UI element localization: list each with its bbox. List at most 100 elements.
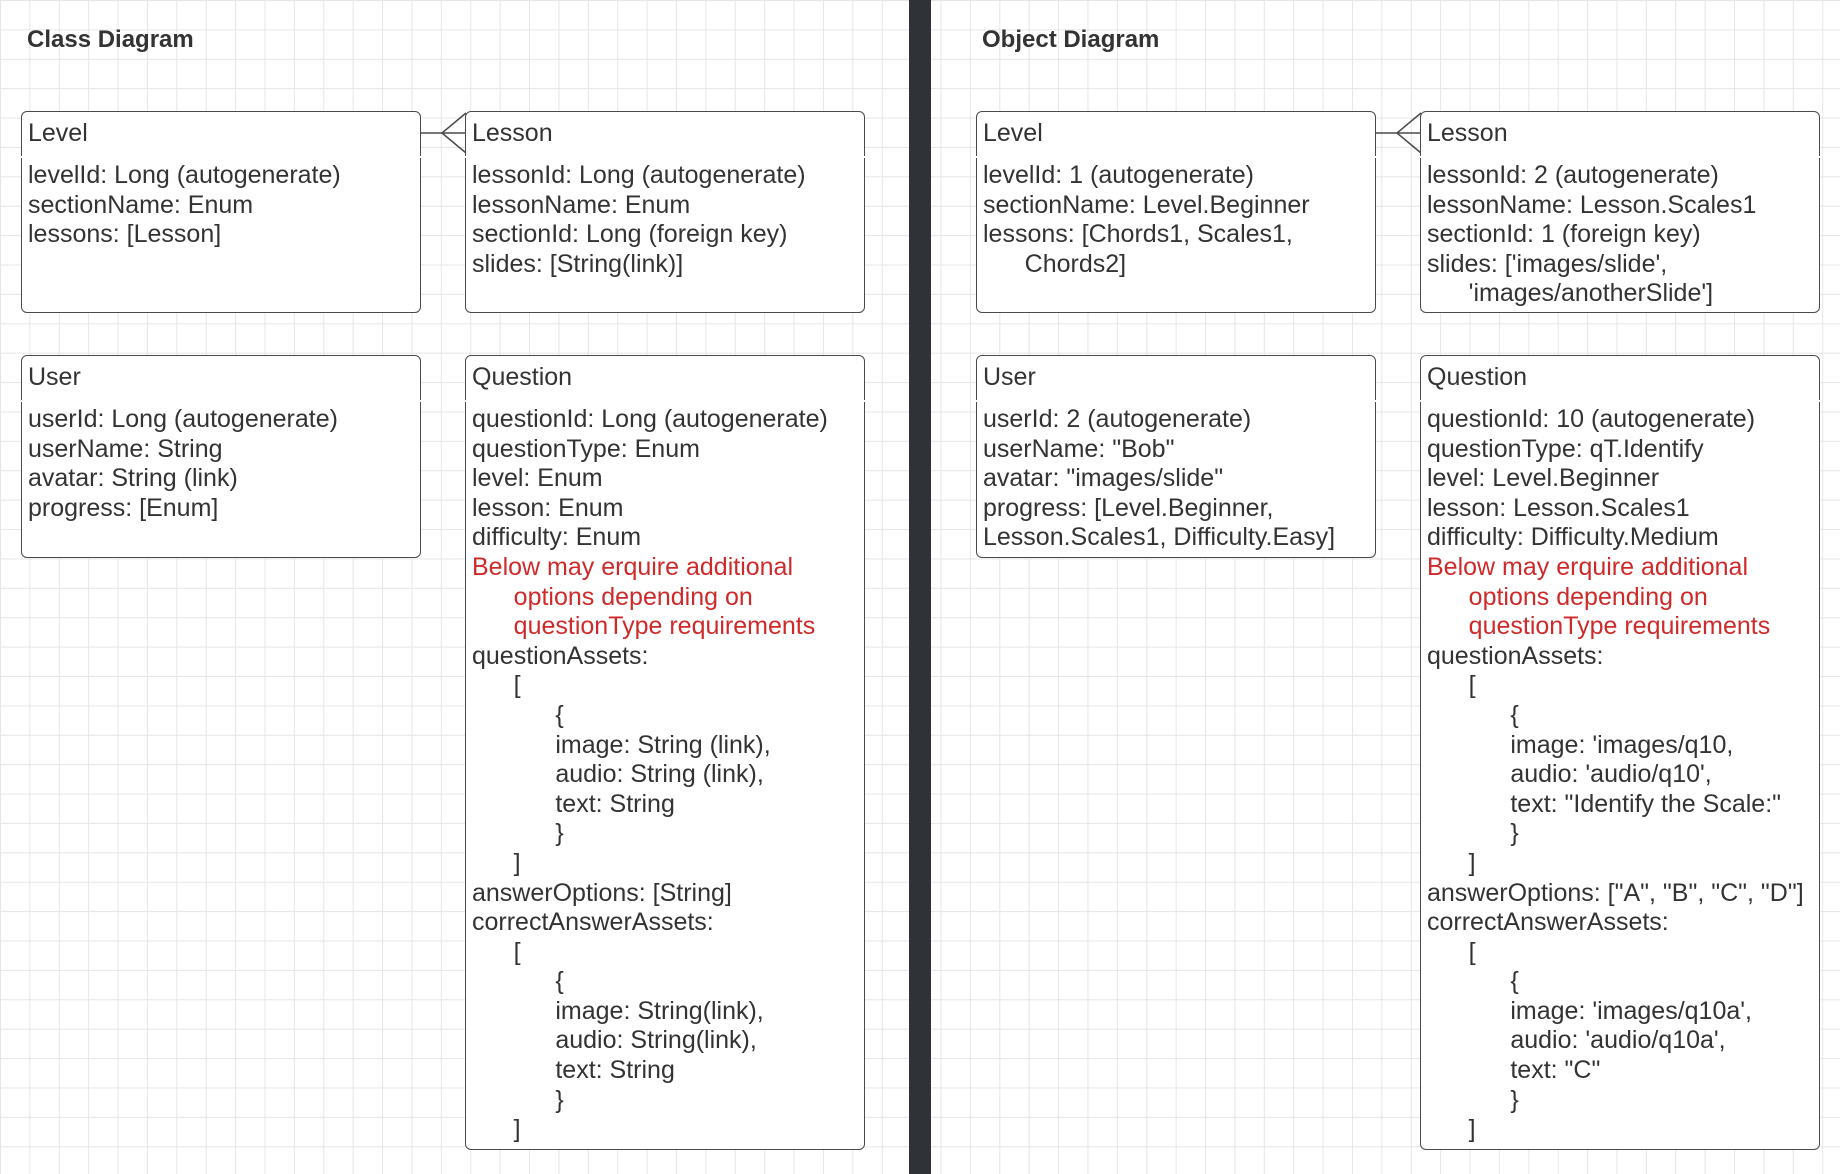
class-user-box[interactable]: User userId: Long (autogenerate) userNam… — [21, 355, 421, 558]
attribute: level: Enum — [472, 464, 603, 493]
attribute: { — [1427, 700, 1519, 729]
object-lesson-attributes: lessonId: 2 (autogenerate) lessonName: L… — [1421, 157, 1819, 309]
attribute: questionId: 10 (autogenerate) — [1427, 405, 1756, 433]
class-level-header: Level — [22, 112, 420, 157]
attribute: } — [472, 819, 564, 848]
attribute: } — [1427, 819, 1519, 848]
attribute: lessonId: Long (autogenerate) — [472, 161, 806, 189]
attribute: levelId: 1 (autogenerate) — [983, 161, 1255, 189]
object-level-lesson-connector — [1375, 112, 1422, 154]
attribute: audio: String (link), — [472, 760, 764, 789]
attribute: ] — [472, 1115, 521, 1144]
attribute: } — [472, 1085, 564, 1114]
attribute: lessons: [Chords1, Scales1, — [983, 220, 1293, 249]
diagram-divider — [909, 0, 931, 1174]
attribute: image: String (link), — [472, 730, 771, 759]
object-question-attributes: questionId: 10 (autogenerate) questionTy… — [1421, 401, 1819, 1145]
attribute: image: 'images/q10a', — [1427, 996, 1752, 1025]
attribute: [ — [1427, 937, 1476, 966]
attribute: { — [472, 967, 564, 996]
attribute: sectionId: 1 (foreign key) — [1427, 220, 1701, 249]
warning-note: Below may erquire additional — [472, 552, 794, 581]
class-level-box[interactable]: Level levelId: Long (autogenerate) secti… — [21, 111, 421, 313]
object-level-box[interactable]: Level levelId: 1 (autogenerate) sectionN… — [976, 111, 1376, 313]
object-diagram-title: Object Diagram — [982, 26, 1160, 53]
object-user-attributes: userId: 2 (autogenerate) userName: "Bob"… — [977, 401, 1375, 553]
attribute: userId: Long (autogenerate) — [28, 405, 338, 433]
attribute: { — [472, 700, 564, 729]
attribute: } — [1427, 1085, 1519, 1114]
attribute: text: String — [472, 789, 675, 818]
attribute: Chords2] — [983, 249, 1127, 278]
warning-note: Below may erquire additional — [1427, 552, 1749, 581]
warning-note: options depending on — [472, 582, 753, 611]
attribute: difficulty: Difficulty.Medium — [1427, 523, 1719, 552]
attribute: lessons: [Lesson] — [28, 220, 222, 249]
attribute: text: String — [472, 1056, 675, 1085]
object-lesson-header: Lesson — [1421, 112, 1819, 157]
attribute: [ — [1427, 671, 1476, 700]
attribute: text: "C" — [1427, 1056, 1601, 1085]
attribute: lessonName: Lesson.Scales1 — [1427, 190, 1757, 219]
object-level-attributes: levelId: 1 (autogenerate) sectionName: L… — [977, 157, 1375, 279]
class-user-attributes: userId: Long (autogenerate) userName: St… — [22, 401, 420, 523]
attribute: userName: "Bob" — [983, 434, 1175, 463]
warning-note: questionType requirements — [1427, 612, 1771, 641]
object-level-header: Level — [977, 112, 1375, 157]
attribute: questionId: Long (autogenerate) — [472, 405, 828, 433]
object-user-header: User — [977, 356, 1375, 401]
attribute: slides: [String(link)] — [472, 249, 684, 278]
object-user-box[interactable]: User userId: 2 (autogenerate) userName: … — [976, 355, 1376, 558]
attribute: 'images/anotherSlide'] — [1427, 279, 1714, 308]
attribute: answerOptions: ["A", "B", "C", "D"] — [1427, 878, 1804, 907]
attribute: image: 'images/q10, — [1427, 730, 1734, 759]
class-lesson-attributes: lessonId: Long (autogenerate) lessonName… — [466, 157, 864, 279]
class-question-box[interactable]: Question questionId: Long (autogenerate)… — [465, 355, 865, 1150]
attribute: questionType: qT.Identify — [1427, 434, 1704, 463]
object-lesson-box[interactable]: Lesson lessonId: 2 (autogenerate) lesson… — [1420, 111, 1820, 313]
attribute: image: String(link), — [472, 996, 764, 1025]
attribute: levelId: Long (autogenerate) — [28, 161, 341, 189]
attribute: ] — [472, 848, 521, 877]
class-question-header: Question — [466, 356, 864, 401]
attribute: questionAssets: — [1427, 641, 1604, 670]
attribute: difficulty: Enum — [472, 523, 642, 552]
attribute: answerOptions: [String] — [472, 878, 732, 907]
attribute: lesson: Lesson.Scales1 — [1427, 493, 1690, 522]
attribute: questionType: Enum — [472, 434, 700, 463]
attribute: text: "Identify the Scale:" — [1427, 789, 1782, 818]
attribute: questionAssets: — [472, 641, 649, 670]
attribute: progress: [Enum] — [28, 493, 219, 522]
attribute: lessonId: 2 (autogenerate) — [1427, 161, 1719, 189]
attribute: userName: String — [28, 434, 223, 463]
attribute: lesson: Enum — [472, 493, 624, 522]
attribute: lessonName: Enum — [472, 190, 691, 219]
class-level-attributes: levelId: Long (autogenerate) sectionName… — [22, 157, 420, 250]
attribute: correctAnswerAssets: — [472, 908, 714, 937]
attribute: sectionId: Long (foreign key) — [472, 220, 788, 249]
attribute: [ — [472, 937, 521, 966]
attribute: userId: 2 (autogenerate) — [983, 405, 1252, 433]
attribute: { — [1427, 967, 1519, 996]
warning-note: options depending on — [1427, 582, 1708, 611]
class-lesson-box[interactable]: Lesson lessonId: Long (autogenerate) les… — [465, 111, 865, 313]
class-question-attributes: questionId: Long (autogenerate) question… — [466, 401, 864, 1145]
class-level-lesson-connector — [420, 112, 467, 154]
attribute: Lesson.Scales1, Difficulty.Easy] — [983, 523, 1336, 552]
object-question-header: Question — [1421, 356, 1819, 401]
class-user-header: User — [22, 356, 420, 401]
attribute: sectionName: Level.Beginner — [983, 190, 1310, 219]
class-lesson-header: Lesson — [466, 112, 864, 157]
attribute: avatar: "images/slide" — [983, 464, 1224, 493]
class-diagram-title: Class Diagram — [27, 26, 194, 53]
object-question-box[interactable]: Question questionId: 10 (autogenerate) q… — [1420, 355, 1820, 1150]
attribute: audio: 'audio/q10a', — [1427, 1026, 1726, 1055]
attribute: [ — [472, 671, 521, 700]
attribute: avatar: String (link) — [28, 464, 238, 493]
attribute: progress: [Level.Beginner, — [983, 493, 1274, 522]
attribute: ] — [1427, 848, 1476, 877]
attribute: audio: 'audio/q10', — [1427, 760, 1712, 789]
attribute: sectionName: Enum — [28, 190, 254, 219]
attribute: level: Level.Beginner — [1427, 464, 1660, 493]
warning-note: questionType requirements — [472, 612, 816, 641]
